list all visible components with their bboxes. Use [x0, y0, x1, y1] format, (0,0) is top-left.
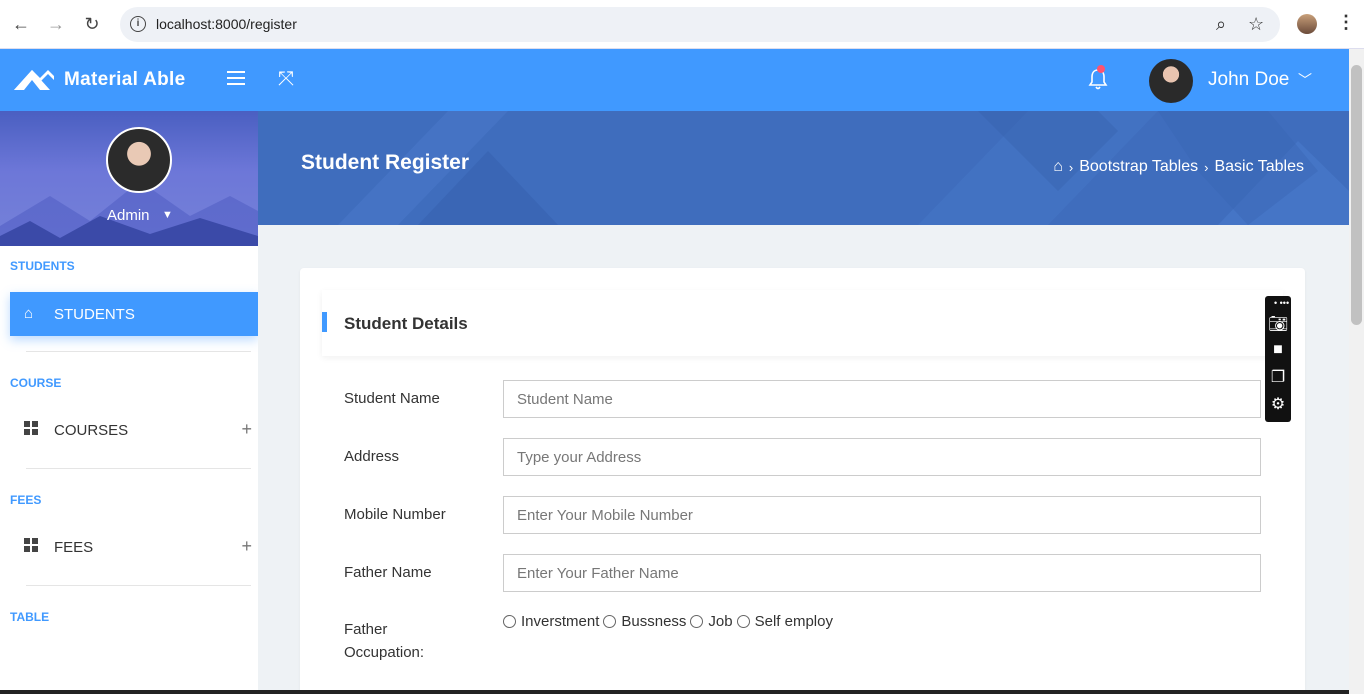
scrollbar-thumb[interactable]: [1351, 65, 1362, 325]
divider: [26, 351, 251, 352]
zoom-icon[interactable]: ⌕: [1216, 14, 1226, 35]
radio-label: Bussness: [621, 613, 687, 630]
forward-icon[interactable]: →: [44, 12, 68, 36]
notification-badge: [1097, 65, 1105, 73]
mobile-number-input[interactable]: [503, 496, 1261, 534]
menu-toggle-icon[interactable]: [227, 71, 245, 85]
card-header-accent: [322, 312, 327, 332]
home-icon: ⌂: [24, 305, 34, 322]
grid-icon: [24, 421, 38, 435]
breadcrumb-separator: ›: [1204, 159, 1209, 175]
bookmark-star-icon[interactable]: ☆: [1248, 14, 1264, 35]
admin-avatar[interactable]: [106, 127, 172, 193]
divider: [26, 468, 251, 469]
sidebar-item-students[interactable]: ⌂ STUDENTS: [10, 292, 258, 336]
address-label: Address: [344, 448, 400, 465]
radio-job[interactable]: [690, 615, 704, 628]
radio-label: Job: [708, 613, 733, 630]
occupation-radio-group: Inverstment Bussness Job Self employ: [503, 613, 837, 630]
admin-name[interactable]: Admin: [107, 207, 150, 224]
home-icon[interactable]: ⌂: [1053, 158, 1063, 176]
menu-caption-fees: FEES: [10, 493, 42, 507]
father-name-label: Father Name: [344, 564, 432, 581]
page-header-banner: Student Register ⌂ › Bootstrap Tables › …: [258, 111, 1349, 225]
user-name[interactable]: John Doe: [1208, 69, 1289, 91]
radio-investment[interactable]: [503, 615, 516, 628]
breadcrumb-separator: ›: [1068, 159, 1074, 175]
more-icon[interactable]: • •••: [1274, 298, 1289, 308]
windows-icon[interactable]: ❐: [1268, 367, 1288, 387]
chevron-down-icon[interactable]: ﹀: [1298, 70, 1312, 90]
mobile-number-label: Mobile Number: [344, 506, 446, 523]
address-input[interactable]: [503, 438, 1261, 476]
sidebar: Admin ▼ STUDENTS ⌂ STUDENTS COURSE COURS…: [0, 111, 258, 694]
card-header: Student Details: [322, 290, 1283, 356]
sidebar-item-courses[interactable]: COURSES +: [10, 409, 258, 453]
father-name-input[interactable]: [503, 554, 1261, 592]
screen-capture-toolbar: • ••• 📷︎ ■ ❐ ⚙: [1265, 296, 1291, 422]
radio-business[interactable]: [603, 615, 617, 628]
sidebar-profile-header: Admin ▼: [0, 111, 258, 246]
video-icon[interactable]: ■: [1268, 341, 1288, 359]
breadcrumb: ⌂ › Bootstrap Tables › Basic Tables: [1053, 158, 1304, 176]
app-header: Material Able ⤧ John Doe ﹀: [0, 49, 1349, 111]
user-avatar[interactable]: [1149, 59, 1193, 103]
divider: [26, 585, 251, 586]
logo-icon: [14, 70, 54, 90]
breadcrumb-item[interactable]: Basic Tables: [1214, 158, 1304, 176]
plus-icon[interactable]: +: [241, 536, 252, 557]
father-occupation-label: Father: [344, 621, 388, 638]
student-name-label: Student Name: [344, 390, 440, 407]
reload-icon[interactable]: ↻: [80, 12, 104, 36]
browser-toolbar: ← → ↻ i localhost:8000/register ⌕ ☆ ⋮: [0, 0, 1364, 49]
plus-icon[interactable]: +: [241, 419, 252, 440]
radio-label: Inverstment: [521, 613, 600, 630]
logo-text: Material Able: [64, 69, 186, 90]
menu-caption-course: COURSE: [10, 376, 62, 390]
address-bar[interactable]: i localhost:8000/register ⌕ ☆: [120, 7, 1280, 42]
student-name-input[interactable]: [503, 380, 1261, 418]
site-info-icon[interactable]: i: [130, 16, 146, 32]
gear-icon[interactable]: ⚙: [1268, 394, 1288, 414]
grid-icon: [24, 538, 38, 552]
camera-icon[interactable]: 📷︎: [1268, 314, 1288, 334]
father-occupation-label-line2: Occupation:: [344, 644, 425, 661]
radio-self-employ[interactable]: [736, 615, 750, 628]
taskbar-edge: [0, 690, 1349, 694]
sidebar-item-label: FEES: [54, 539, 94, 556]
page-title: Student Register: [301, 151, 470, 174]
fullscreen-icon[interactable]: ⤧: [278, 68, 294, 91]
sidebar-item-fees[interactable]: FEES +: [10, 526, 258, 570]
form-card: Student Details: [300, 268, 1305, 694]
sidebar-item-label: STUDENTS: [54, 306, 135, 323]
menu-caption-table: TABLE: [10, 610, 50, 624]
breadcrumb-item[interactable]: Bootstrap Tables: [1079, 158, 1198, 176]
menu-caption-students: STUDENTS: [10, 259, 75, 273]
browser-profile-avatar[interactable]: [1297, 14, 1317, 34]
back-icon[interactable]: ←: [9, 12, 33, 36]
browser-menu-icon[interactable]: ⋮: [1337, 12, 1355, 33]
caret-down-icon[interactable]: ▼: [162, 209, 173, 221]
sidebar-item-label: COURSES: [54, 422, 129, 439]
url-text: localhost:8000/register: [156, 16, 297, 32]
radio-label: Self employ: [754, 613, 833, 630]
card-title: Student Details: [344, 314, 468, 333]
